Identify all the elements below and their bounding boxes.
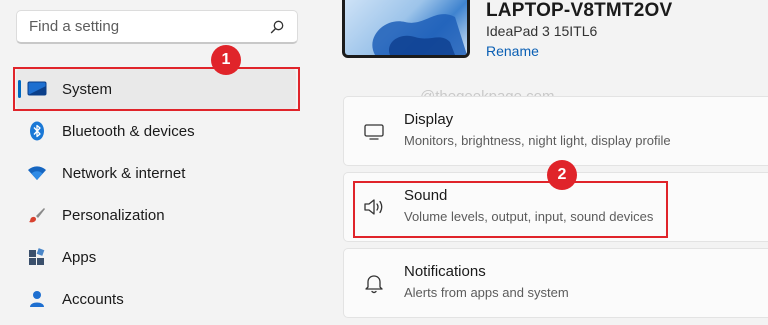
- sidebar-item-accounts[interactable]: Accounts: [16, 278, 296, 320]
- device-thumbnail: [342, 0, 470, 58]
- search-placeholder: Find a setting: [29, 18, 120, 35]
- card-title: Notifications: [404, 263, 486, 280]
- monitor-icon: [362, 119, 386, 143]
- highlight-box-sound: [353, 181, 668, 238]
- highlight-box-system: [13, 67, 300, 111]
- search-input[interactable]: Find a setting: [16, 10, 298, 44]
- sidebar-item-label: Accounts: [62, 290, 124, 308]
- person-icon: [26, 288, 48, 310]
- bell-icon: [362, 271, 386, 295]
- step-badge-2: 2: [547, 160, 577, 190]
- sidebar-item-label: Network & internet: [62, 164, 186, 182]
- settings-window: Find a setting System Bluetooth & device…: [0, 0, 768, 325]
- brush-icon: [26, 204, 48, 226]
- rename-link[interactable]: Rename: [486, 43, 539, 59]
- search-icon[interactable]: [269, 19, 285, 35]
- device-name: LAPTOP-V8TMT2OV: [486, 0, 673, 21]
- step-badge-1: 1: [211, 45, 241, 75]
- settings-card-display[interactable]: Display Monitors, brightness, night ligh…: [343, 96, 768, 166]
- sidebar-item-label: Personalization: [62, 206, 165, 224]
- sidebar-item-label: Apps: [62, 248, 97, 266]
- sidebar-item-label: Bluetooth & devices: [62, 122, 195, 140]
- bluetooth-icon: [26, 120, 48, 142]
- sidebar-item-bluetooth[interactable]: Bluetooth & devices: [16, 110, 296, 152]
- sidebar-item-network[interactable]: Network & internet: [16, 152, 296, 194]
- card-subtitle: Alerts from apps and system: [404, 285, 569, 300]
- sidebar-item-apps[interactable]: Apps: [16, 236, 296, 278]
- card-title: Display: [404, 111, 454, 128]
- device-model: IdeaPad 3 15ITL6: [486, 23, 598, 39]
- card-subtitle: Monitors, brightness, night light, displ…: [404, 133, 671, 148]
- wifi-icon: [26, 162, 48, 184]
- sidebar-item-personalization[interactable]: Personalization: [16, 194, 296, 236]
- settings-card-notifications[interactable]: Notifications Alerts from apps and syste…: [343, 248, 768, 318]
- apps-icon: [26, 246, 48, 268]
